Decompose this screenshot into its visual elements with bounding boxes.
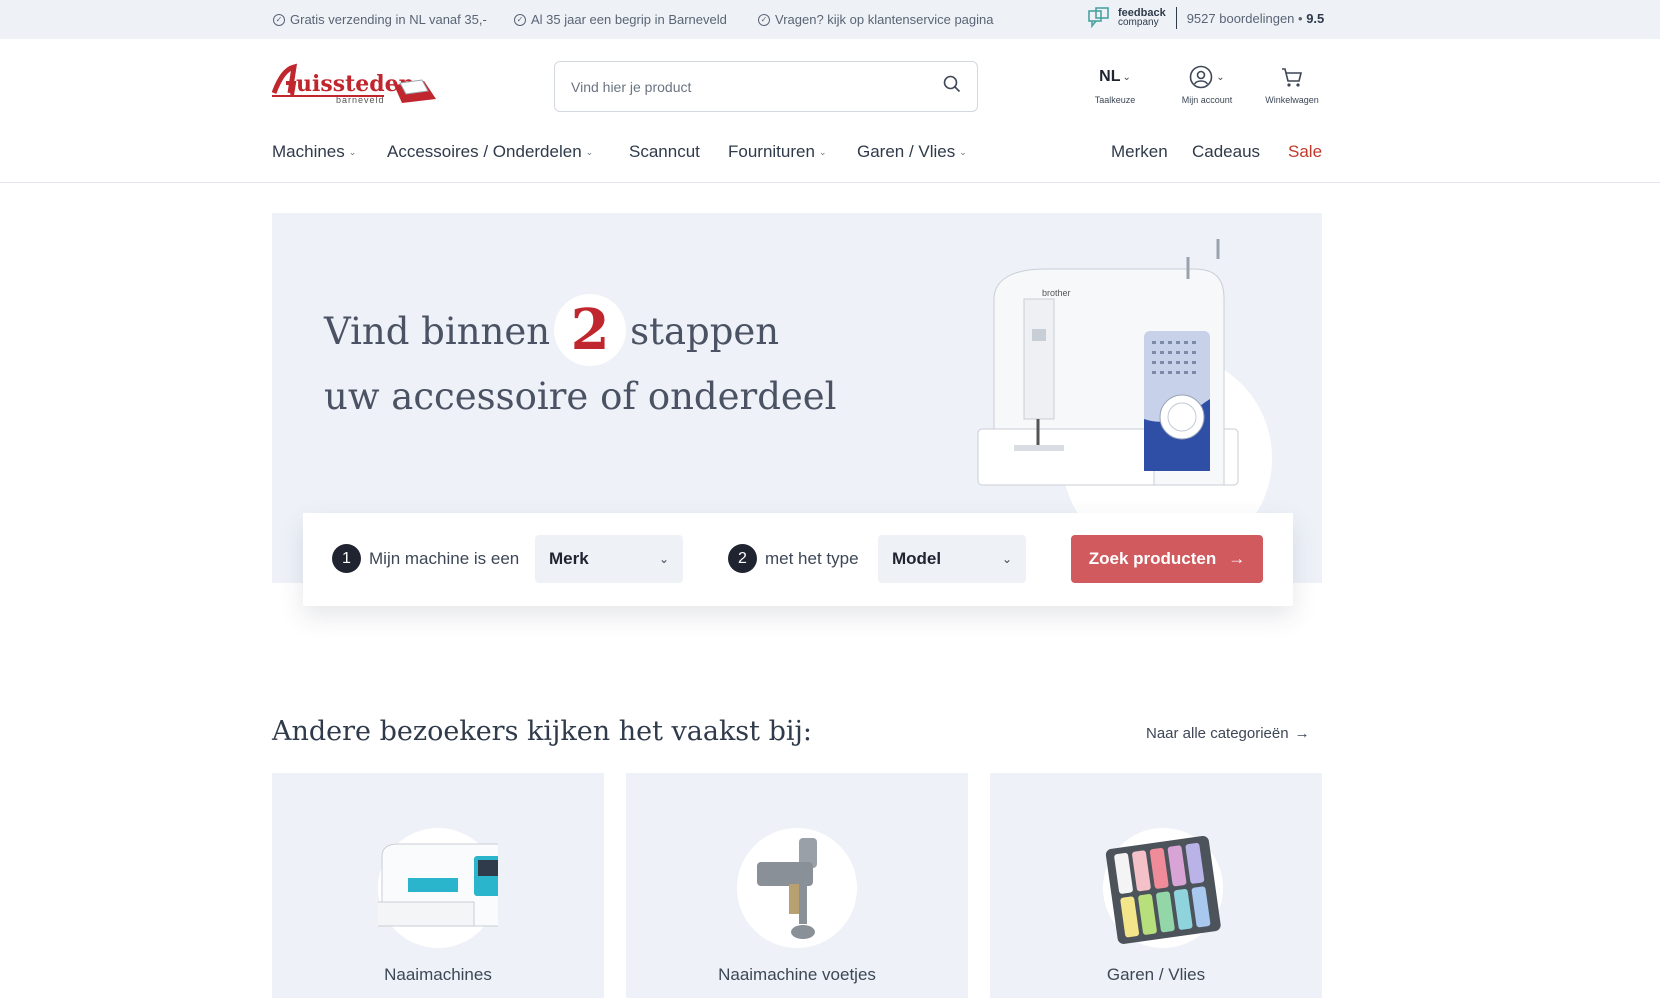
account-icon [1189,65,1213,89]
usp-text[interactable]: Vragen? kijk op klantenservice pagina [775,12,994,27]
feedback-logo-icon [1088,7,1110,29]
chevron-down-icon: ⌄ [1216,71,1225,83]
check-icon: ✓ [273,13,285,26]
sewing-machine-image: brother [954,237,1244,491]
usp-text: Gratis verzending in NL vanaf 35,- [290,12,487,27]
model-select-value: Model [892,549,942,568]
category-image [367,828,511,948]
chevron-down-icon: ⌄ [1122,71,1131,83]
usp-years: ✓ Al 35 jaar een begrip in Barneveld [514,12,727,27]
search-products-button[interactable]: Zoek producten → [1071,535,1263,583]
cart-button[interactable]: Winkelwagen [1260,65,1324,105]
usp-service[interactable]: ✓ Vragen? kijk op klantenservice pagina [758,12,994,27]
category-label: Garen / Vlies [1106,965,1206,984]
brand-select[interactable]: Merk ⌄ [535,535,683,583]
arrow-right-icon: → [1294,725,1310,742]
usp-text: Al 35 jaar een begrip in Barneveld [531,12,727,27]
arrow-right-icon: → [1228,549,1246,568]
feedback-company-rating[interactable]: feedback company 9527 boordelingen • 9.5 [1088,7,1324,29]
chevron-down-icon: ⌄ [658,552,669,566]
chevron-down-icon: ⌄ [585,146,594,157]
feedback-brand: feedback company [1118,7,1166,28]
chevron-down-icon: ⌄ [1001,552,1012,566]
logo[interactable]: uissteden barneveld [271,63,440,109]
step-number: 2 [728,544,757,573]
account-button[interactable]: ⌄ Mijn account [1172,65,1242,105]
finder-step-2: 2 met het type [728,544,859,573]
divider [1175,7,1177,29]
chevron-down-icon: ⌄ [959,146,967,157]
logo-graphic: uissteden barneveld [271,63,436,105]
language-selector[interactable]: NL ⌄ Taalkeuze [1088,65,1142,105]
button-label: Zoek producten [1088,549,1217,568]
step-count-badge: 2 [554,293,627,366]
category-image [737,828,857,948]
category-image [1103,828,1223,948]
language-code[interactable]: NL ⌄ [1088,65,1142,89]
check-icon: ✓ [758,13,770,26]
machine-finder: 1 Mijn machine is een Merk ⌄ 2 met het t… [303,513,1293,606]
language-label: Taalkeuze [1094,95,1136,105]
rating-text: 9527 boordelingen • 9.5 [1186,10,1325,26]
category-card-garen-vlies[interactable]: Garen / Vlies [990,773,1322,998]
step-label: Mijn machine is een [369,548,520,568]
check-icon: ✓ [514,13,526,26]
section-title: Andere bezoekers kijken het vaakst bij: [272,716,812,747]
svg-text:uissteden: uissteden [296,71,415,97]
all-categories-link[interactable]: Naar alle categorieën → [1146,725,1310,742]
top-bar: ✓ Gratis verzending in NL vanaf 35,- ✓ A… [0,0,1660,39]
nav-item-cadeaus[interactable]: Cadeaus [1192,142,1260,162]
nav-item-merken[interactable]: Merken [1111,142,1168,162]
nav-item-scanncut[interactable]: Scanncut [629,142,700,162]
step-label: met het type [765,548,859,568]
search-input[interactable] [571,78,943,95]
svg-text:brother: brother [1042,288,1071,298]
category-label: Naaimachine voetjes [718,965,876,984]
cart-label: Winkelwagen [1265,95,1319,105]
chevron-down-icon: ⌄ [818,146,827,157]
search-icon[interactable] [943,75,961,98]
finder-step-1: 1 Mijn machine is een [332,544,519,573]
step-number: 1 [332,544,361,573]
search-bar[interactable] [554,61,978,112]
nav-item-accessoires[interactable]: Accessoires / Onderdelen ⌄ [387,142,593,162]
usp-shipping: ✓ Gratis verzending in NL vanaf 35,- [273,12,487,27]
account-label: Mijn account [1181,95,1233,105]
cart-icon [1282,68,1303,87]
nav-item-machines[interactable]: Machines ⌄ [272,142,356,162]
site-header: uissteden barneveld NL ⌄ Taalkeuze ⌄ Mij… [0,39,1660,183]
nav-item-garen-vlies[interactable]: Garen / Vlies ⌄ [857,142,967,162]
brand-select-value: Merk [549,549,589,568]
category-card-naaimachine-voetjes[interactable]: Naaimachine voetjes [626,773,968,998]
category-label: Naaimachines [384,965,492,984]
chevron-down-icon: ⌄ [348,146,357,157]
model-select[interactable]: Model ⌄ [878,535,1026,583]
nav-item-fournituren[interactable]: Fournituren ⌄ [728,142,826,162]
nav-item-sale[interactable]: Sale [1288,142,1322,162]
category-card-naaimachines[interactable]: Naaimachines [272,773,604,998]
hero-title: Vind binnen 2 stappen uw accessoire of ond… [324,293,844,428]
